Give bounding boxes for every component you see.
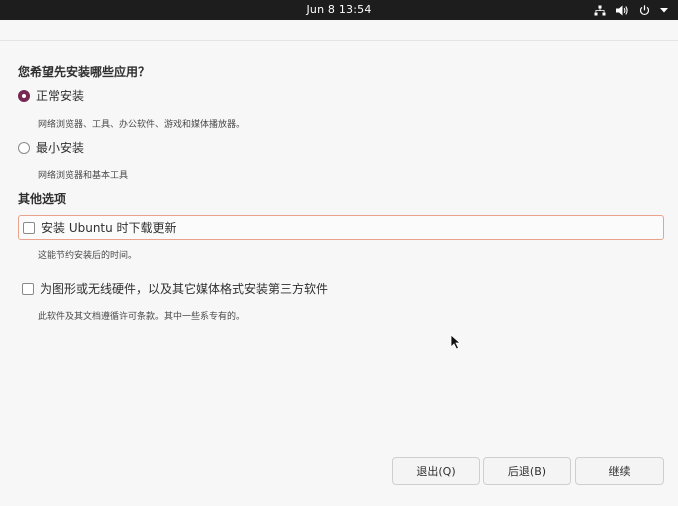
network-icon[interactable] bbox=[594, 5, 606, 16]
normal-install-option[interactable]: 正常安装 bbox=[18, 87, 84, 104]
minimal-install-option[interactable]: 最小安装 bbox=[18, 139, 84, 156]
back-button[interactable]: 后退(B) bbox=[483, 457, 571, 485]
download-updates-label: 安装 Ubuntu 时下载更新 bbox=[41, 221, 177, 235]
continue-button[interactable]: 继续 bbox=[575, 457, 664, 485]
normal-install-radio[interactable] bbox=[18, 89, 30, 102]
volume-icon[interactable] bbox=[616, 5, 629, 16]
download-updates-option[interactable]: 安装 Ubuntu 时下载更新 bbox=[18, 215, 664, 240]
menu-arrow-icon[interactable] bbox=[660, 7, 668, 13]
system-tray[interactable] bbox=[594, 0, 668, 20]
other-options-heading: 其他选项 bbox=[18, 192, 67, 206]
third-party-software-description: 此软件及其文档遵循许可条款。其中一些系专有的。 bbox=[38, 312, 246, 322]
download-updates-description: 这能节约安装后的时间。 bbox=[38, 251, 138, 261]
third-party-software-option[interactable]: 为图形或无线硬件，以及其它媒体格式安装第三方软件 bbox=[18, 276, 664, 301]
normal-install-label: 正常安装 bbox=[36, 89, 85, 103]
window-header bbox=[0, 20, 678, 41]
installer-content: 您希望先安装哪些应用？ 正常安装 网络浏览器、工具、办公软件、游戏和媒体播放器。… bbox=[18, 40, 664, 506]
top-bar: Jun 8 13:54 bbox=[0, 0, 678, 20]
question-heading: 您希望先安装哪些应用？ bbox=[18, 65, 151, 79]
normal-install-description: 网络浏览器、工具、办公软件、游戏和媒体播放器。 bbox=[38, 120, 246, 130]
third-party-software-label: 为图形或无线硬件，以及其它媒体格式安装第三方软件 bbox=[40, 282, 329, 296]
minimal-install-label: 最小安装 bbox=[36, 141, 85, 155]
minimal-install-description: 网络浏览器和基本工具 bbox=[38, 171, 129, 181]
download-updates-checkbox[interactable] bbox=[23, 221, 35, 234]
minimal-install-radio[interactable] bbox=[18, 141, 30, 154]
quit-button[interactable]: 退出(Q) bbox=[392, 457, 480, 485]
clock[interactable]: Jun 8 13:54 bbox=[0, 0, 678, 20]
mouse-pointer-icon bbox=[450, 334, 462, 354]
power-icon[interactable] bbox=[639, 4, 650, 16]
third-party-software-checkbox[interactable] bbox=[22, 282, 34, 295]
